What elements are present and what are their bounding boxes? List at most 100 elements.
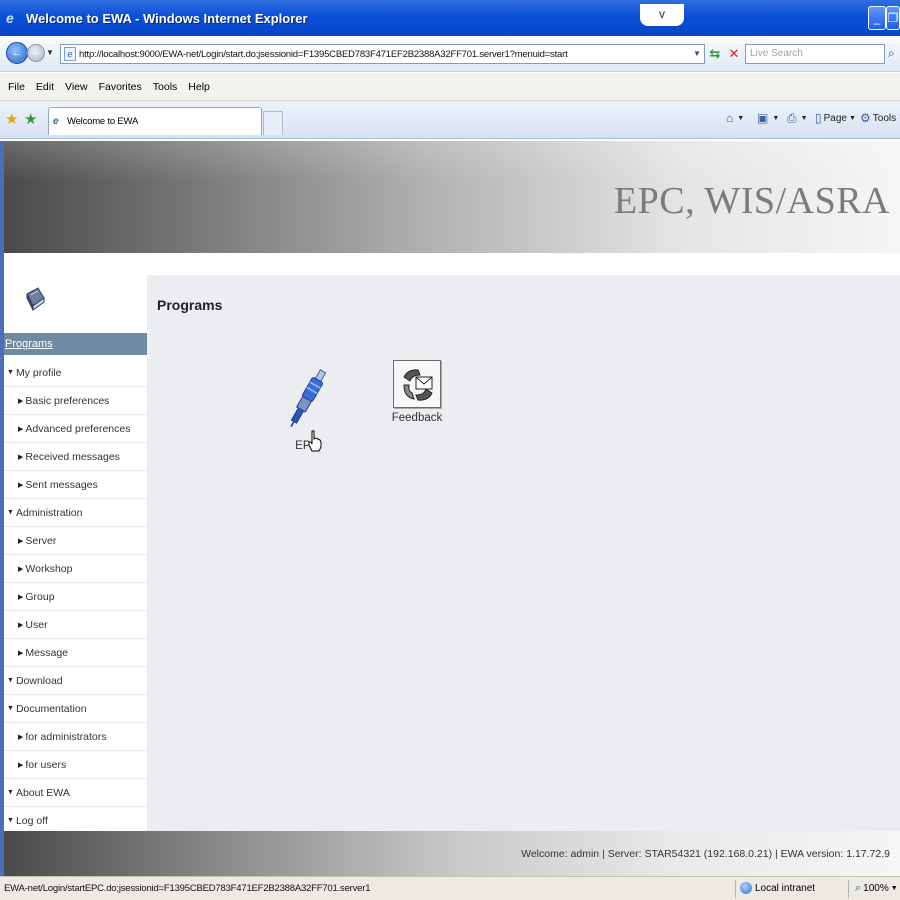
hand-cursor-icon	[308, 430, 322, 452]
sidebar-item-label: Received messages	[25, 450, 120, 463]
print-icon: ⎙	[787, 111, 797, 125]
sidebar-item-label: Workshop	[25, 562, 73, 575]
sidebar-item-advanced-preferences[interactable]: ▶ Advanced preferences	[4, 415, 147, 443]
sidebar-item-sent-messages[interactable]: ▶ Sent messages	[4, 471, 147, 499]
home-icon: ⌂	[726, 111, 734, 125]
tab-welcome[interactable]: e Welcome to EWA	[48, 107, 262, 135]
sidebar-item-label: Administration	[15, 506, 83, 519]
sidebar-item-for-users[interactable]: ▶ for users	[4, 751, 147, 779]
zoom-icon: ⌕	[855, 882, 862, 894]
status-bar: EWA-net/Login/startEPC.do;jsessionid=F13…	[0, 876, 900, 900]
sidebar-item-for-administrators[interactable]: ▶ for administrators	[4, 723, 147, 751]
sidebar-item-about-ewa[interactable]: ▼ About EWA	[4, 779, 147, 807]
menu-bar: File Edit View Favorites Tools Help	[0, 73, 900, 101]
ie-logo-icon: e	[6, 10, 14, 26]
triangle-right-icon: ▶	[18, 425, 24, 433]
sidebar-item-label: Documentation	[15, 702, 87, 715]
triangle-down-icon: ▼	[7, 677, 14, 684]
feedback-tile	[393, 360, 441, 408]
sidebar-item-administration[interactable]: ▼ Administration	[4, 499, 147, 527]
program-feedback[interactable]: Feedback	[387, 360, 447, 424]
home-button[interactable]: ⌂ ▼	[726, 111, 744, 125]
sidebar-item-download[interactable]: ▼ Download	[4, 667, 147, 695]
back-arrow-icon[interactable]: ←	[6, 42, 28, 64]
triangle-right-icon: ▶	[18, 761, 24, 769]
triangle-down-icon: ▼	[7, 789, 14, 796]
sidebar-item-message[interactable]: ▶ Message	[4, 639, 147, 667]
sidebar-item-user[interactable]: ▶ User	[4, 611, 147, 639]
sidebar-item-workshop[interactable]: ▶ Workshop	[4, 555, 147, 583]
sidebar-menu: ▼ My profile ▶ Basic preferences ▶ Advanced p…	[4, 359, 147, 835]
sidebar-item-label: User	[25, 618, 48, 631]
sidebar-item-label: About EWA	[15, 786, 70, 799]
sidebar-item-basic-preferences[interactable]: ▶ Basic preferences	[4, 387, 147, 415]
page-title: Programs	[157, 297, 223, 313]
menu-help[interactable]: Help	[188, 81, 210, 93]
sidebar-item-documentation[interactable]: ▼ Documentation	[4, 695, 147, 723]
history-dropdown-icon[interactable]: ▼	[46, 48, 54, 57]
sidebar-item-received-messages[interactable]: ▶ Received messages	[4, 443, 147, 471]
content-spacer	[147, 253, 900, 275]
new-tab-button[interactable]	[263, 111, 283, 135]
menu-tools[interactable]: Tools	[153, 81, 178, 93]
zoom-dropdown-icon: ▼	[890, 885, 898, 892]
feedback-mail-icon	[403, 369, 433, 401]
page-menu-button[interactable]: ▯ Page ▼	[815, 111, 856, 125]
sidebar-item-label: Server	[25, 534, 57, 547]
triangle-right-icon: ▶	[18, 565, 24, 573]
triangle-down-icon: ▼	[7, 509, 14, 516]
zone-label: Local intranet	[755, 882, 816, 894]
add-favorite-icon[interactable]: ★	[24, 110, 37, 128]
search-icon[interactable]: ⌕	[888, 46, 895, 61]
address-dropdown-icon[interactable]: ▼	[690, 45, 704, 63]
triangle-right-icon: ▶	[18, 537, 24, 545]
triangle-down-icon: ▼	[7, 705, 14, 712]
program-label: Feedback	[391, 412, 443, 424]
sidebar-item-label: Download	[15, 674, 63, 687]
triangle-right-icon: ▶	[18, 397, 24, 405]
menu-file[interactable]: File	[8, 81, 25, 93]
triangle-right-icon: ▶	[18, 621, 24, 629]
sidebar: Programs ▼ My profile ▶ Basic preferences ▶ A…	[4, 253, 147, 835]
sidebar-item-label: Sent messages	[25, 478, 98, 491]
zoom-level: 100%	[863, 883, 889, 894]
triangle-right-icon: ▶	[18, 453, 24, 461]
minimize-button[interactable]: _	[868, 6, 886, 30]
sidebar-item-my-profile[interactable]: ▼ My profile	[4, 359, 147, 387]
collapse-chevron-button[interactable]: v	[640, 4, 684, 26]
tools-menu-button[interactable]: ⚙ Tools▼	[860, 111, 900, 125]
tools-menu-label: Tools	[872, 112, 897, 124]
footer-info: Welcome: admin | Server: STAR54321 (192.…	[521, 848, 890, 860]
window-title-bar: e Welcome to EWA - Windows Internet Expl…	[0, 0, 900, 36]
window-title: Welcome to EWA - Windows Internet Explor…	[26, 10, 308, 26]
sidebar-item-label: Log off	[15, 814, 48, 827]
sidebar-item-label: Advanced preferences	[25, 422, 131, 435]
sidebar-item-server[interactable]: ▶ Server	[4, 527, 147, 555]
status-divider	[735, 880, 736, 898]
tab-bar: ★ ★ e Welcome to EWA ⌂ ▼ ▣ ▼ ⎙ ▼ ▯ Page ▼ ⚙ …	[0, 101, 900, 139]
banner-title: EPC, WIS/ASRA	[613, 180, 890, 222]
print-button[interactable]: ⎙ ▼	[787, 111, 808, 126]
status-divider	[848, 880, 849, 898]
stop-icon[interactable]: ✕	[726, 46, 742, 62]
programs-link[interactable]: Programs	[4, 333, 147, 355]
favorites-star-icon[interactable]: ★	[5, 110, 18, 128]
restore-button[interactable]: ❐	[886, 6, 900, 30]
menu-favorites[interactable]: Favorites	[99, 81, 142, 93]
menu-edit[interactable]: Edit	[36, 81, 54, 93]
security-zone[interactable]: Local intranet	[740, 882, 815, 894]
search-input[interactable]: Live Search	[745, 44, 885, 64]
menu-view[interactable]: View	[65, 81, 88, 93]
refresh-icon[interactable]: ⇆	[707, 46, 723, 62]
address-url: http://localhost:9000/EWA-net/Login/star…	[79, 48, 568, 60]
sidebar-item-group[interactable]: ▶ Group	[4, 583, 147, 611]
gear-icon: ⚙	[860, 111, 871, 125]
main-content: Programs EPC Feedback	[147, 275, 900, 831]
zoom-control[interactable]: ⌕ 100% ▼	[855, 882, 898, 895]
sidebar-item-label: My profile	[15, 366, 62, 379]
triangle-right-icon: ▶	[18, 593, 24, 601]
feeds-button[interactable]: ▣ ▼	[757, 111, 779, 125]
address-input[interactable]: e http://localhost:9000/EWA-net/Login/st…	[60, 44, 705, 64]
forward-arrow-icon[interactable]: →	[27, 44, 45, 62]
sidebar-item-label: for users	[25, 758, 67, 771]
